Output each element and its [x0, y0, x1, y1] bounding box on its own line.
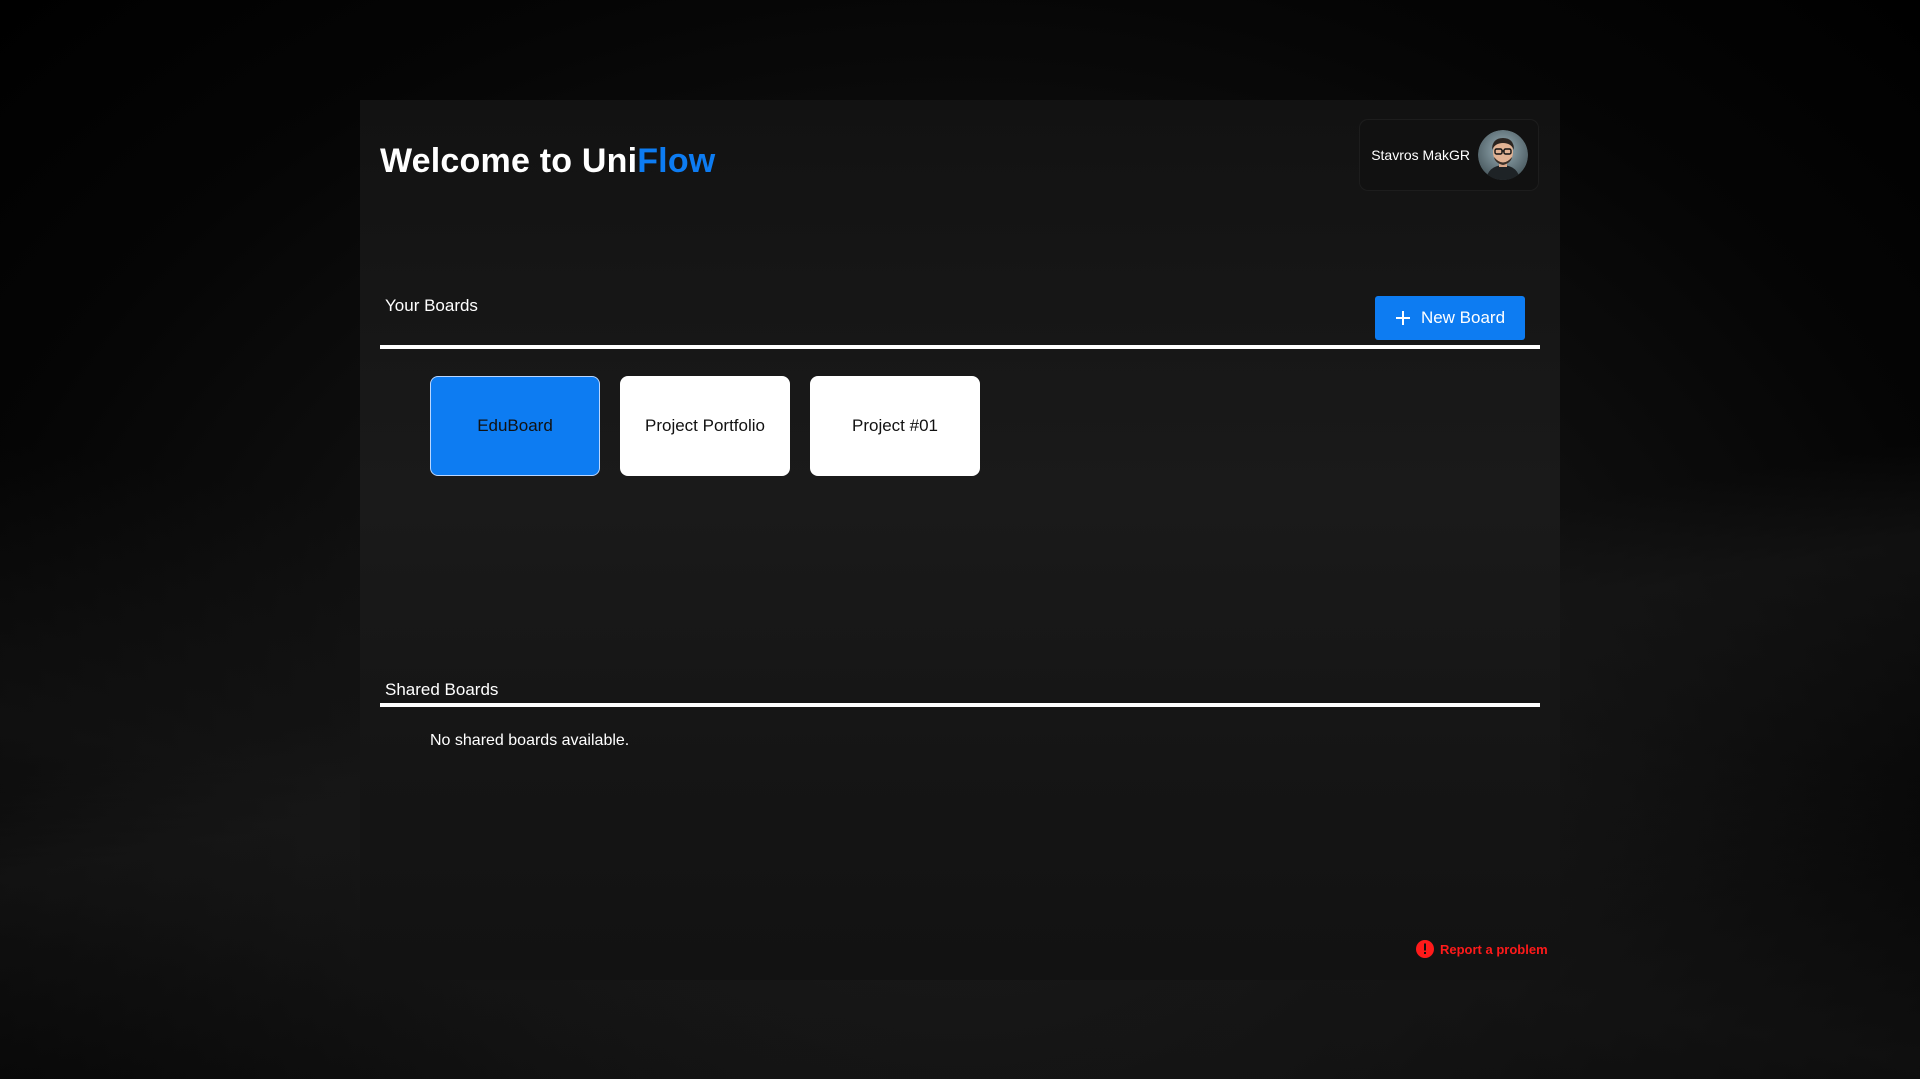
board-card-eduboard[interactable]: EduBoard	[430, 376, 600, 476]
alert-icon	[1416, 940, 1434, 958]
shared-boards-divider	[380, 703, 1540, 707]
shared-boards-heading: Shared Boards	[385, 680, 499, 699]
user-profile-chip[interactable]: Stavros MakGR	[1360, 120, 1538, 190]
your-boards-divider	[380, 345, 1540, 349]
new-board-label: New Board	[1420, 308, 1506, 327]
title-prefix: Welcome to	[380, 142, 582, 180]
user-name: Stavros MakGR	[1371, 147, 1470, 163]
report-problem-link[interactable]: Report a problem	[1416, 940, 1548, 958]
board-card-project-01[interactable]: Project #01	[810, 376, 980, 476]
user-avatar-icon[interactable]	[1478, 130, 1528, 180]
your-boards-heading: Your Boards	[385, 296, 478, 315]
shared-boards-empty-message: No shared boards available.	[430, 732, 630, 749]
board-card-label: EduBoard	[477, 416, 553, 435]
board-card-project-portfolio[interactable]: Project Portfolio	[620, 376, 790, 476]
brand-uni: Uni	[581, 142, 638, 180]
new-board-button[interactable]: New Board	[1375, 296, 1525, 340]
board-card-label: Project Portfolio	[645, 416, 765, 435]
brand-flow: Flow	[637, 142, 716, 180]
your-boards-list: EduBoard Project Portfolio Project #01	[430, 376, 980, 476]
plus-icon	[1395, 310, 1411, 326]
page-title: Welcome to UniFlow	[380, 142, 715, 181]
report-problem-label: Report a problem	[1440, 941, 1548, 957]
page-background: Welcome to UniFlow Stavros MakGR Your Bo…	[0, 0, 1920, 1079]
main-panel: Welcome to UniFlow Stavros MakGR Your Bo…	[360, 100, 1560, 980]
board-card-label: Project #01	[852, 416, 938, 435]
